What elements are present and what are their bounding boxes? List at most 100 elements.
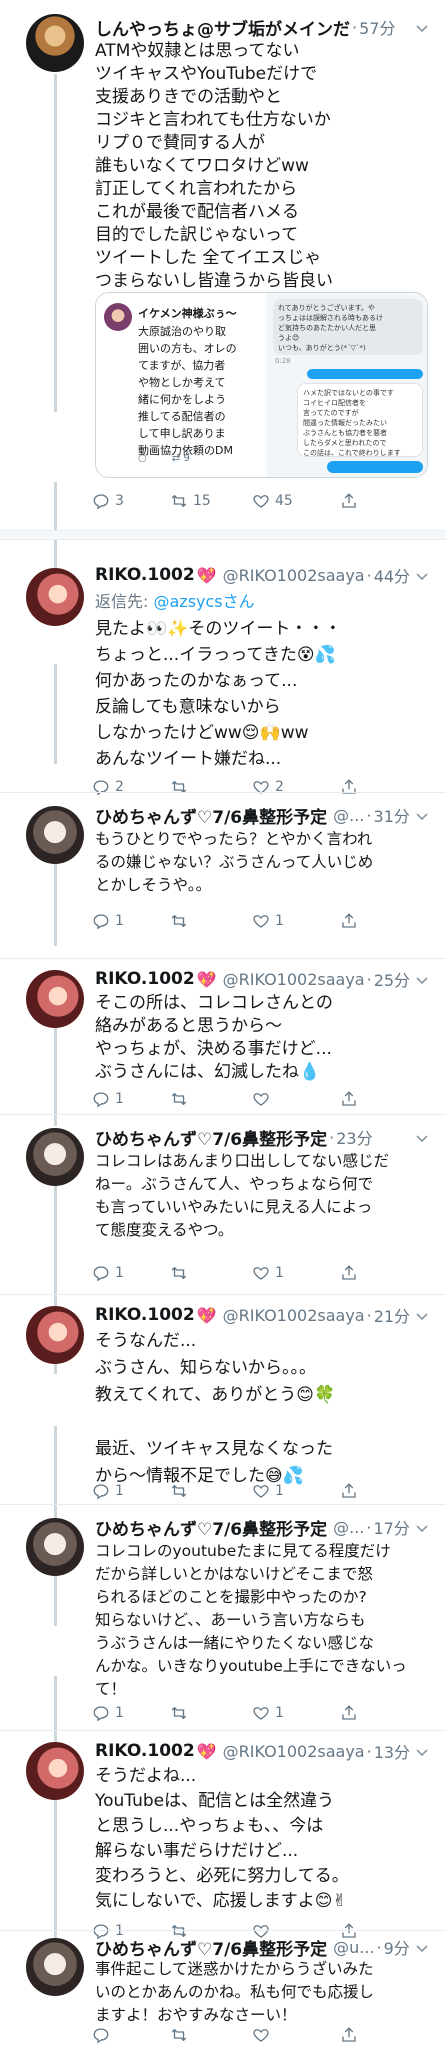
retweet-button[interactable]: 15 — [170, 490, 211, 512]
user-handle[interactable]: @... — [333, 1518, 364, 1537]
display-name[interactable]: ひめちゃんず♡7/6鼻整形予定 — [95, 803, 327, 828]
display-name[interactable]: RIKO.1002 — [95, 1741, 195, 1761]
chevron-down-icon[interactable] — [414, 1940, 430, 1956]
reply-button[interactable] — [92, 2024, 110, 2046]
share-button[interactable] — [340, 1088, 358, 1110]
display-name[interactable]: ひめちゃんず♡7/6鼻整形予定 — [95, 1125, 327, 1150]
action-bar — [92, 2024, 392, 2046]
separator-dot: · — [366, 565, 372, 585]
quoted-display-name: イケメン神様ぶぅ〜 — [138, 307, 237, 320]
chevron-down-icon[interactable] — [414, 1520, 430, 1536]
retweet-button[interactable] — [170, 2024, 188, 2046]
tweet-header: しんやっちょ@サブ垢がメインだ · 57分 — [95, 14, 430, 40]
attached-screenshots[interactable]: イケメン神様ぶぅ〜 大原誠治のやり取 囲いの方も、オレの てますが、協力者 や物… — [95, 292, 428, 478]
timestamp[interactable]: 21分 — [374, 1303, 410, 1327]
retweet-icon — [171, 2028, 187, 2042]
user-handle[interactable]: @RIKO1002saaya — [223, 566, 365, 585]
reply-button[interactable]: 1 — [92, 1088, 124, 1110]
reply-button[interactable]: 1 — [92, 1702, 124, 1724]
avatar[interactable] — [26, 1306, 84, 1364]
tweet[interactable]: しんやっちょ@サブ垢がメインだ · 57分 ATMや奴隷とは思ってない ツイキャ… — [0, 0, 446, 520]
display-name[interactable]: しんやっちょ@サブ垢がメインだ — [95, 15, 350, 40]
avatar[interactable] — [26, 1518, 84, 1576]
reply-button[interactable]: 1 — [92, 910, 124, 932]
user-handle[interactable]: @u... — [333, 1938, 374, 1957]
tweet[interactable]: RIKO.1002 💖 @RIKO1002saaya · 25分 そこの所は、コ… — [0, 958, 446, 1114]
tweet[interactable]: RIKO.1002 💖 @RIKO1002saaya · 13分 そうだよね..… — [0, 1730, 446, 1940]
chevron-down-icon[interactable] — [414, 20, 430, 36]
action-bar: 1 1 — [92, 910, 392, 932]
share-button[interactable] — [340, 1262, 358, 1284]
timestamp[interactable]: 9分 — [384, 1935, 410, 1959]
reply-mention-link[interactable]: @azsycsさん — [153, 592, 254, 611]
avatar[interactable] — [26, 970, 84, 1028]
user-handle[interactable]: @RIKO1002saaya — [223, 970, 365, 989]
chevron-down-icon[interactable] — [414, 972, 430, 988]
avatar[interactable] — [26, 1742, 84, 1800]
like-button[interactable]: 1 — [252, 1702, 284, 1724]
avatar[interactable] — [26, 568, 84, 626]
chevron-down-icon[interactable] — [414, 568, 430, 584]
display-name[interactable]: RIKO.1002 — [95, 969, 195, 989]
user-handle[interactable]: @... — [333, 806, 364, 825]
retweet-button[interactable] — [170, 910, 193, 932]
like-button[interactable]: 1 — [252, 1480, 284, 1502]
retweet-count: 9 — [183, 453, 190, 464]
heart-icon — [253, 1267, 269, 1280]
retweet-button[interactable] — [170, 1088, 193, 1110]
reply-icon: ○ — [138, 453, 147, 464]
chevron-down-icon[interactable] — [414, 1130, 430, 1146]
reply-button[interactable]: 3 — [92, 490, 124, 512]
user-handle[interactable]: @RIKO1002saaya — [223, 1742, 365, 1761]
share-button[interactable] — [340, 1702, 358, 1724]
tweet[interactable]: ひめちゃんず♡7/6鼻整形予定 @... · 31分 もうひとりでやったら？とや… — [0, 792, 446, 958]
retweet-icon — [171, 1484, 187, 1498]
like-button[interactable] — [252, 1088, 275, 1110]
timestamp[interactable]: 13分 — [374, 1739, 410, 1763]
like-button[interactable] — [252, 2024, 270, 2046]
like-count: 45 — [275, 493, 293, 509]
timestamp[interactable]: 44分 — [374, 563, 410, 587]
share-button[interactable] — [340, 490, 358, 512]
share-icon — [342, 2027, 356, 2042]
avatar[interactable] — [26, 1938, 84, 1996]
display-name[interactable]: RIKO.1002 — [95, 1305, 195, 1325]
retweet-button[interactable] — [170, 1702, 193, 1724]
timestamp[interactable]: 31分 — [373, 803, 409, 827]
like-button[interactable]: 45 — [252, 490, 293, 512]
display-name[interactable]: ひめちゃんず♡7/6鼻整形予定 — [95, 1515, 327, 1540]
heart-emoji: 💖 — [196, 1741, 217, 1761]
timestamp[interactable]: 25分 — [374, 967, 410, 991]
avatar[interactable] — [26, 806, 84, 864]
display-name[interactable]: RIKO.1002 — [95, 565, 195, 585]
tweet-header: RIKO.1002 💖 @RIKO1002saaya · 25分 — [95, 966, 430, 992]
tweet[interactable]: ひめちゃんず♡7/6鼻整形予定 @... · 17分 コレコレのyoutubeた… — [0, 1504, 446, 1730]
retweet-button[interactable] — [170, 1262, 193, 1284]
share-icon — [342, 493, 356, 508]
like-button[interactable]: 1 — [252, 1262, 284, 1284]
retweet-button[interactable] — [170, 1480, 193, 1502]
reply-button[interactable]: 1 — [92, 1480, 124, 1502]
share-button[interactable] — [340, 2024, 358, 2046]
chevron-down-icon[interactable] — [414, 1308, 430, 1324]
user-handle[interactable]: @RIKO1002saaya — [223, 1306, 365, 1325]
tweet[interactable]: RIKO.1002 💖 @RIKO1002saaya · 21分 そうなんだ..… — [0, 1294, 446, 1504]
chevron-down-icon[interactable] — [414, 808, 430, 824]
tweet[interactable]: ひめちゃんず♡7/6鼻整形予定 @u... · 9分 事件起こして迷惑かけたから… — [0, 1930, 446, 2048]
tweet-header: ひめちゃんず♡7/6鼻整形予定 @... · 31分 — [95, 802, 430, 828]
timestamp[interactable]: 17分 — [373, 1515, 409, 1539]
share-icon — [342, 1265, 356, 1280]
display-name[interactable]: ひめちゃんず♡7/6鼻整形予定 — [95, 1935, 327, 1960]
share-button[interactable] — [340, 1480, 358, 1502]
timestamp[interactable]: 23分 — [336, 1125, 372, 1149]
share-button[interactable] — [340, 910, 358, 932]
separator-dot: · — [329, 1127, 335, 1147]
avatar[interactable] — [26, 1128, 84, 1186]
tweet[interactable]: RIKO.1002 💖 @RIKO1002saaya · 44分 返信先: @a… — [0, 544, 446, 796]
chevron-down-icon[interactable] — [414, 1744, 430, 1760]
timestamp[interactable]: 57分 — [359, 15, 395, 39]
reply-button[interactable]: 1 — [92, 1262, 124, 1284]
like-button[interactable]: 1 — [252, 910, 284, 932]
avatar[interactable] — [26, 14, 84, 72]
tweet[interactable]: ひめちゃんず♡7/6鼻整形予定 · 23分 コレコレはあんまり口出ししてない感じ… — [0, 1114, 446, 1294]
